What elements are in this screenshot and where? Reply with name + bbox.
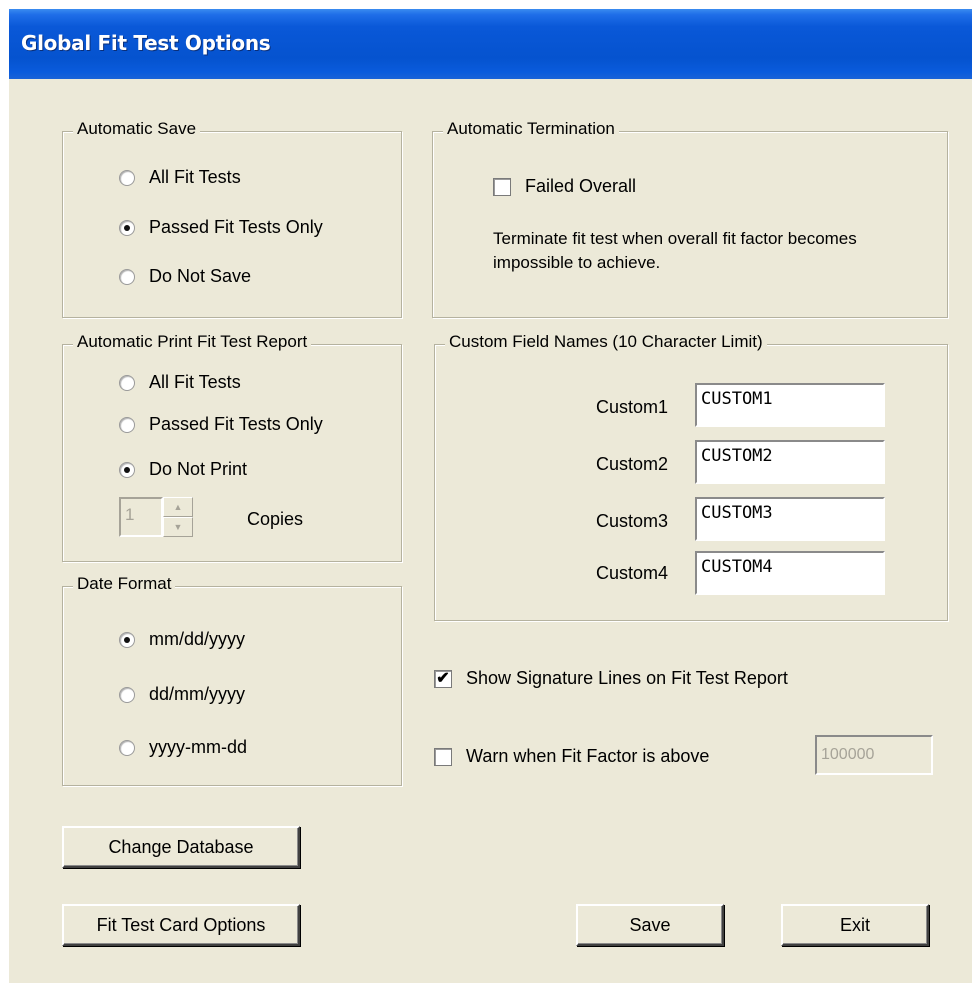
radio-label: Passed Fit Tests Only — [149, 217, 323, 237]
date-format-dd-mm-yyyy-radio[interactable]: dd/mm/yyyy — [119, 684, 245, 705]
custom4-label: Custom4 — [596, 563, 669, 583]
radio-indicator — [119, 416, 135, 433]
checkbox-label: Failed Overall — [525, 176, 637, 196]
date-format-mm-dd-yyyy-radio[interactable]: mm/dd/yyyy — [119, 629, 245, 650]
automatic-termination-legend: Automatic Termination — [443, 119, 619, 139]
exit-button[interactable]: Exit — [781, 904, 929, 946]
dialog-client-area: Automatic Save All Fit Tests Passed Fit … — [9, 79, 972, 983]
custom3-label: Custom3 — [596, 511, 669, 531]
radio-label: Do Not Print — [149, 459, 248, 479]
title-bar[interactable]: Global Fit Test Options — [9, 9, 972, 79]
save-button[interactable]: Save — [576, 904, 724, 946]
save-passed-fit-tests-only-radio[interactable]: Passed Fit Tests Only — [119, 217, 323, 238]
change-database-button[interactable]: Change Database — [62, 826, 300, 868]
do-not-print-radio[interactable]: Do Not Print — [119, 459, 247, 480]
radio-label: mm/dd/yyyy — [149, 629, 246, 649]
warn-fit-factor-checkbox[interactable]: Warn when Fit Factor is above — [434, 746, 709, 767]
custom4-input[interactable]: CUSTOM4 — [695, 551, 885, 595]
copies-label: Copies — [247, 509, 304, 529]
radio-indicator — [119, 739, 135, 756]
automatic-save-legend: Automatic Save — [73, 119, 201, 139]
custom-field-names-legend: Custom Field Names (10 Character Limit) — [445, 332, 767, 352]
custom1-label: Custom1 — [596, 397, 669, 417]
checkbox-indicator — [434, 747, 452, 766]
spin-down-icon[interactable]: ▼ — [163, 517, 193, 537]
radio-indicator — [119, 169, 135, 186]
failed-overall-checkbox[interactable]: Failed Overall — [493, 176, 636, 197]
automatic-termination-group: Automatic Termination — [432, 119, 948, 318]
fit-test-card-options-button[interactable]: Fit Test Card Options — [62, 904, 300, 946]
custom2-input[interactable]: CUSTOM2 — [695, 440, 885, 484]
dialog-window: Global Fit Test Options Automatic Save A… — [9, 9, 972, 983]
checkbox-label: Warn when Fit Factor is above — [466, 746, 710, 766]
print-all-fit-tests-radio[interactable]: All Fit Tests — [119, 372, 241, 393]
radio-indicator-selected — [119, 461, 135, 478]
radio-label: dd/mm/yyyy — [149, 684, 246, 704]
spin-up-icon[interactable]: ▲ — [163, 497, 193, 517]
print-passed-fit-tests-only-radio[interactable]: Passed Fit Tests Only — [119, 414, 323, 435]
radio-indicator — [119, 374, 135, 391]
checkbox-indicator — [493, 177, 511, 196]
radio-label: yyyy-mm-dd — [149, 737, 247, 757]
do-not-save-radio[interactable]: Do Not Save — [119, 266, 251, 287]
automatic-print-legend: Automatic Print Fit Test Report — [73, 332, 312, 352]
radio-label: Passed Fit Tests Only — [149, 414, 323, 434]
radio-label: Do Not Save — [149, 266, 252, 286]
radio-label: All Fit Tests — [149, 372, 241, 392]
save-all-fit-tests-radio[interactable]: All Fit Tests — [119, 167, 241, 188]
custom3-input[interactable]: CUSTOM3 — [695, 497, 885, 541]
date-format-legend: Date Format — [73, 574, 176, 594]
radio-indicator — [119, 268, 135, 285]
fit-factor-threshold-input[interactable]: 100000 — [815, 735, 933, 775]
radio-indicator-selected — [119, 219, 135, 236]
termination-description: Terminate fit test when overall fit fact… — [493, 229, 857, 272]
window-title: Global Fit Test Options — [21, 31, 271, 55]
date-format-yyyy-mm-dd-radio[interactable]: yyyy-mm-dd — [119, 737, 247, 758]
custom1-input[interactable]: CUSTOM1 — [695, 383, 885, 427]
checkmark-icon: ✔ — [434, 669, 452, 688]
radio-indicator — [119, 686, 135, 703]
checkbox-label: Show Signature Lines on Fit Test Report — [466, 668, 788, 688]
copies-spinner[interactable]: 1 ▲ ▼ — [119, 497, 197, 537]
show-signature-lines-checkbox[interactable]: ✔ Show Signature Lines on Fit Test Repor… — [434, 668, 788, 689]
radio-indicator-selected — [119, 631, 135, 648]
radio-label: All Fit Tests — [149, 167, 241, 187]
custom2-label: Custom2 — [596, 454, 669, 474]
copies-input[interactable]: 1 — [119, 497, 163, 537]
